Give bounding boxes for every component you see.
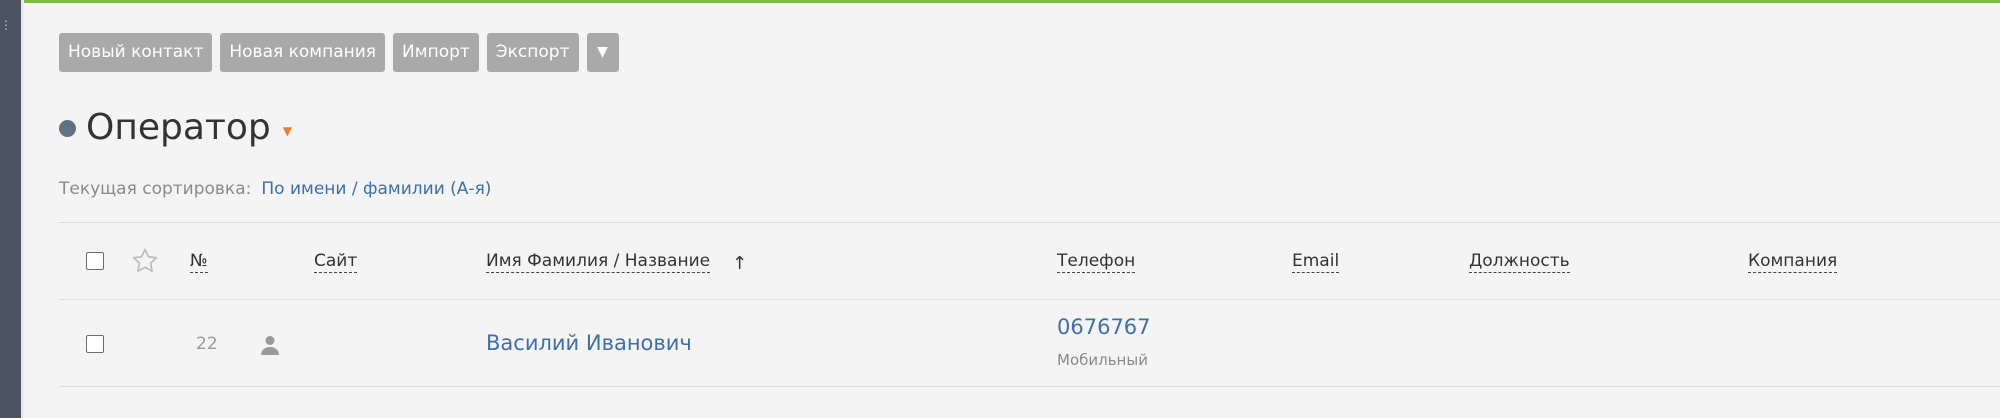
column-header-site[interactable]: Сайт [314,250,358,273]
caret-down-icon[interactable]: ▼ [283,124,292,138]
new-contact-button[interactable]: Новый контакт [59,33,213,72]
column-header-number[interactable]: № [190,250,208,273]
column-header-position[interactable]: Должность [1469,250,1570,273]
phone-type-label: Мобильный [1057,351,1148,369]
new-company-button[interactable]: Новая компания [220,33,386,72]
left-sidebar-rail[interactable]: ⋮ [0,0,21,418]
star-outline-icon[interactable] [130,246,160,276]
column-header-phone[interactable]: Телефон [1057,250,1136,273]
row-number: 22 [196,334,218,354]
page-title-row: Оператор ▼ [59,104,292,152]
person-icon [261,336,279,355]
column-header-email[interactable]: Email [1292,250,1340,273]
more-dropdown-button[interactable]: ▼ [586,33,619,72]
grip-icon[interactable]: ⋮ [0,18,12,32]
table-top-divider [59,222,2000,223]
arrow-up-icon: ↑ [732,253,748,274]
sort-value-link[interactable]: По имени / фамилии (А-я) [261,179,491,199]
page-title[interactable]: Оператор [86,104,271,152]
contact-phone-link[interactable]: 0676767 [1057,315,1151,339]
toolbar: Новый контакт Новая компания Импорт Эксп… [59,33,619,72]
contact-name-link[interactable]: Василий Иванович [486,331,692,355]
import-button[interactable]: Импорт [393,33,479,72]
select-all-checkbox[interactable] [86,252,104,270]
current-sort: Текущая сортировка: По имени / фамилии (… [59,176,491,202]
sidebar-edge [21,0,24,418]
status-dot-icon [59,119,76,137]
column-header-name[interactable]: Имя Фамилия / Название [486,250,711,273]
row-checkbox[interactable] [86,335,104,353]
header-divider [59,299,2000,300]
row-divider [59,386,2000,387]
column-header-company[interactable]: Компания [1748,250,1838,273]
top-accent-bar [0,0,2000,3]
sort-label: Текущая сортировка: [59,179,252,199]
export-button[interactable]: Экспорт [486,33,579,72]
